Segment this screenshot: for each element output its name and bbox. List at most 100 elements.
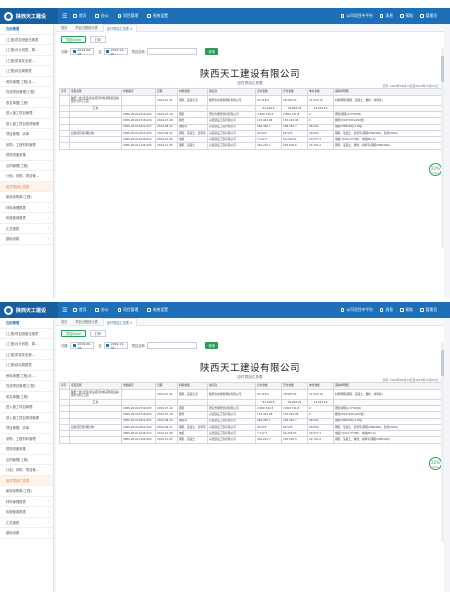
column-header[interactable]: 供应商: [207, 382, 256, 390]
project-name-input[interactable]: [147, 48, 198, 55]
sidebar-item[interactable]: 在线项目管理(工程): [0, 381, 53, 392]
table-row[interactable]: 陕西一建(滨河)建设项目材料采购及运输服务合同(工程) 2019-10-31 钢筋、…: [59, 389, 442, 400]
nav-platform[interactable]: 公司项目中平台: [340, 307, 373, 313]
nav-user[interactable]: 管理员: [420, 13, 437, 19]
sidebar-item[interactable]: 收支单据(工程): [0, 392, 53, 402]
sidebar-item[interactable]: 材料管理报表 ›: [0, 497, 53, 507]
column-header[interactable]: 采购单明细: [333, 382, 442, 390]
sidebar-item[interactable]: (工程)月计划表、周...: [0, 339, 53, 350]
sidebar-item[interactable]: 进入施工项目管理: [0, 108, 53, 119]
export-excel-button[interactable]: 导出Excel: [61, 36, 86, 43]
column-header[interactable]: 供应商: [207, 88, 256, 96]
nav-help[interactable]: 帮助: [400, 13, 413, 19]
nav-office[interactable]: 办公: [95, 13, 109, 19]
app-logo[interactable]: 陕西天工建设: [0, 8, 58, 24]
sidebar-item[interactable]: 在线项目管理(工程): [0, 87, 53, 98]
sidebar-item[interactable]: (工程)项目进度日报表: [0, 35, 53, 45]
sidebar-item[interactable]: 机械使用报表 ›: [0, 213, 53, 224]
column-header[interactable]: 日期: [155, 88, 178, 96]
column-header[interactable]: 单据编号: [121, 382, 156, 390]
column-header[interactable]: 材料类别: [177, 382, 208, 390]
scrollbar-thumb[interactable]: [441, 350, 444, 376]
sidebar-item[interactable]: (工程)月计划表、周...: [0, 45, 53, 56]
sidebar-item[interactable]: 计划、采购、项目管...: [0, 465, 53, 476]
sidebar-item[interactable]: (工程)项目进度日报表: [0, 329, 53, 339]
tab-payables-summary[interactable]: 应付项目汇总表 ×: [102, 317, 137, 326]
column-header[interactable]: 未付金额: [307, 382, 334, 390]
sidebar-item[interactable]: 资料管理(工程)月...: [0, 77, 53, 87]
vertical-scrollbar[interactable]: [441, 342, 444, 542]
tab-project-stats[interactable]: 项目过程统计表: [72, 318, 100, 325]
sidebar-item[interactable]: 采购、工程材料管理: [0, 140, 53, 150]
sidebar-item[interactable]: (工程)综合周报表: [0, 360, 53, 371]
tab-home[interactable]: 首页: [58, 318, 70, 325]
sidebar-item[interactable]: 进入施工项目现场管理: [0, 413, 53, 423]
column-header[interactable]: 采购单明细: [333, 88, 442, 96]
menu-toggle-icon[interactable]: ☰: [62, 13, 67, 20]
nav-messages[interactable]: 消息: [379, 13, 393, 19]
column-header[interactable]: 材料类别: [177, 88, 208, 96]
nav-office[interactable]: 办公: [95, 307, 109, 313]
export-excel-button[interactable]: 导出Excel: [61, 330, 86, 337]
sidebar-item[interactable]: 资料管理(工程)月...: [0, 371, 53, 381]
end-date-input[interactable]: 2019-12-01: [103, 48, 128, 56]
nav-project[interactable]: 项目管理: [117, 307, 138, 313]
project-name-input[interactable]: [147, 342, 198, 349]
sidebar-item[interactable]: 汇总报表 ›: [0, 224, 53, 234]
sidebar-item[interactable]: 项目管理、清单: [0, 423, 53, 434]
tab-payables-summary[interactable]: 应付项目汇总表 ×: [102, 23, 137, 32]
tab-home[interactable]: 首页: [58, 24, 70, 31]
search-button[interactable]: 查询: [205, 342, 218, 349]
sidebar-item[interactable]: 新增采购单(工程): [0, 486, 53, 497]
nav-project[interactable]: 项目管理: [117, 13, 138, 19]
sidebar-item[interactable]: 在岗管理: [0, 318, 53, 329]
sidebar-item[interactable]: 在岗管理: [0, 24, 53, 35]
table-row[interactable]: XSPS-2019-1105-004 2019-11-05 钢筋、混凝土 兴德建设工程…: [59, 142, 442, 150]
column-header[interactable]: 已付金额: [281, 382, 308, 390]
tab-project-stats[interactable]: 项目过程统计表: [72, 24, 100, 31]
sidebar-item[interactable]: 新增采购单(工程): [0, 192, 53, 203]
column-header[interactable]: 应付金额: [255, 88, 282, 96]
sidebar-item[interactable]: 汇总报表 ›: [0, 518, 53, 528]
start-date-input[interactable]: 2019-06-01: [70, 342, 95, 350]
column-header[interactable]: 应付金额: [255, 382, 282, 390]
start-date-input[interactable]: 2019-06-01: [70, 48, 95, 56]
sidebar-item[interactable]: 收支单据(工程): [0, 98, 53, 108]
column-header[interactable]: 单据编号: [121, 88, 156, 96]
sidebar-item[interactable]: 合同管理(工程): [0, 161, 53, 171]
sidebar-item[interactable]: 应付项目汇总表: [0, 475, 53, 486]
sidebar-item[interactable]: 材料管理报表 ›: [0, 203, 53, 213]
sidebar-item[interactable]: (工程)综合周报表: [0, 66, 53, 77]
sidebar-item[interactable]: 采购、工程材料管理: [0, 434, 53, 444]
print-button[interactable]: 打印: [89, 36, 107, 43]
column-header[interactable]: 未付金额: [307, 88, 334, 96]
sidebar-item[interactable]: 进入施工项目现场管理: [0, 119, 53, 129]
column-header[interactable]: 项目名称: [69, 88, 122, 96]
sidebar-item[interactable]: 合同管理(工程): [0, 455, 53, 465]
nav-messages[interactable]: 消息: [379, 307, 393, 313]
sidebar-item[interactable]: 基础设置 ›: [0, 528, 53, 539]
sidebar-item[interactable]: 现场进度采集: [0, 150, 53, 161]
column-header[interactable]: 日期: [155, 382, 178, 390]
sidebar-item[interactable]: 现场进度采集: [0, 444, 53, 455]
sidebar-item[interactable]: 机械使用报表 ›: [0, 507, 53, 518]
end-date-input[interactable]: 2019-12-01: [103, 342, 128, 350]
sidebar-item[interactable]: 基础设置 ›: [0, 234, 53, 245]
scrollbar-thumb[interactable]: [441, 56, 444, 82]
nav-settings[interactable]: 系统设置: [147, 13, 168, 19]
sidebar-item[interactable]: 项目管理、清单: [0, 129, 53, 140]
vertical-scrollbar[interactable]: [441, 48, 444, 248]
column-header[interactable]: 已付金额: [281, 88, 308, 96]
nav-home[interactable]: 首页: [73, 307, 86, 313]
search-button[interactable]: 查询: [205, 48, 218, 55]
sidebar-item[interactable]: 应付项目汇总表: [0, 181, 53, 192]
nav-user[interactable]: 管理员: [420, 307, 437, 313]
print-button[interactable]: 打印: [89, 330, 107, 337]
nav-help[interactable]: 帮助: [400, 307, 413, 313]
sidebar-item[interactable]: (工程)质量安全报...: [0, 56, 53, 66]
sidebar-item[interactable]: (工程)质量安全报...: [0, 350, 53, 360]
nav-home[interactable]: 首页: [73, 13, 86, 19]
table-row[interactable]: XSPS-2019-1105-004 2019-11-05 钢筋、混凝土 兴德建设工程…: [59, 436, 442, 444]
column-header[interactable]: 序号: [59, 382, 70, 390]
table-row[interactable]: 陕西一建(滨河)建设项目材料采购及运输服务合同(工程) 2019-10-31 钢筋、…: [59, 95, 442, 106]
